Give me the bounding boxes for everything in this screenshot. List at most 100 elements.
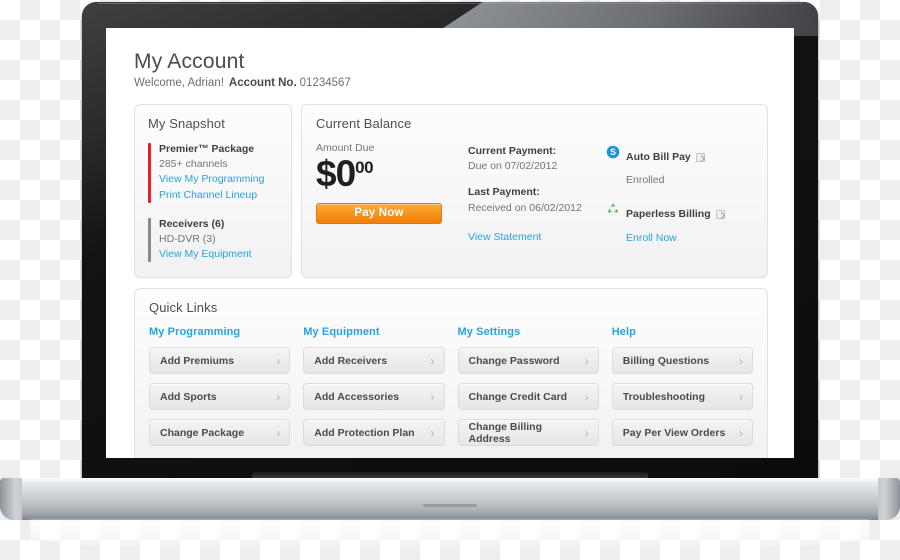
quick-links-column-my-settings: My Settings Change Password › Change Cre… <box>457 326 599 447</box>
package-name: Premier™ Package <box>159 143 255 155</box>
column-heading-my-settings: My Settings <box>457 326 521 339</box>
base-right-edge <box>878 478 900 520</box>
snapshot-block-receivers: Receivers (6) HD-DVR (3) View My Equipme… <box>148 217 279 263</box>
chevron-right-icon: › <box>430 353 435 368</box>
quick-link-label: Change Credit Card <box>468 390 568 403</box>
quick-links-heading: Quick Links <box>149 300 218 316</box>
quick-link-add-protection-plan[interactable]: Add Protection Plan › <box>303 419 445 447</box>
auto-bill-pay-row[interactable]: S Auto Bill Pay Enrolled <box>606 144 753 190</box>
chevron-right-icon: › <box>430 425 435 440</box>
laptop-mockup: My Account Welcome, Adrian! Account No. 01… <box>82 2 818 482</box>
quick-link-add-sports[interactable]: Add Sports › <box>149 383 291 411</box>
pay-now-button[interactable]: Pay Now <box>316 202 442 224</box>
amount-cents: 00 <box>355 158 374 177</box>
quick-link-label: Pay Per View Orders <box>622 426 726 439</box>
paperless-billing-row[interactable]: Paperless Billing Enroll Now <box>606 201 753 247</box>
services-column: S Auto Bill Pay Enrolled Paperless Billi… <box>600 142 753 259</box>
column-heading-help: Help <box>611 326 636 339</box>
package-accent-bar <box>148 143 151 203</box>
chevron-right-icon: › <box>584 353 589 368</box>
laptop-screen: My Account Welcome, Adrian! Account No. 01… <box>106 28 794 458</box>
column-heading-my-equipment: My Equipment <box>303 326 380 339</box>
my-snapshot-panel: My Snapshot Premier™ Package 285+ channe… <box>134 104 292 279</box>
quick-link-label: Billing Questions <box>622 354 710 367</box>
receivers-type: HD-DVR (3) <box>159 233 216 246</box>
chevron-right-icon: › <box>430 389 435 404</box>
chevron-right-icon: › <box>739 389 743 404</box>
auto-bill-pay-text: Auto Bill Pay Enrolled <box>626 144 705 190</box>
quick-link-billing-questions[interactable]: Billing Questions › <box>611 347 753 375</box>
column-heading-my-programming: My Programming <box>149 326 241 339</box>
current-balance-heading: Current Balance <box>316 116 412 131</box>
auto-bill-pay-status: Enrolled <box>626 174 665 187</box>
base-latch-notch <box>423 504 477 507</box>
panels-row: My Snapshot Premier™ Package 285+ channe… <box>134 104 768 279</box>
laptop-reflection <box>30 520 870 554</box>
laptop-base <box>0 478 900 520</box>
screenshot-stage: My Account Welcome, Adrian! Account No. 01… <box>0 0 900 560</box>
paperless-billing-text: Paperless Billing Enroll Now <box>626 201 725 247</box>
amount-dollars: 0 <box>335 153 357 194</box>
amount-due-column: Amount Due $0 00 Pay Now <box>316 142 468 259</box>
quick-link-change-billing-address[interactable]: Change Billing Address › <box>457 419 599 447</box>
current-payment-label: Current Payment: <box>468 145 557 157</box>
chevron-right-icon: › <box>584 425 589 440</box>
welcome-row: Welcome, Adrian! Account No. 01234567 <box>134 77 768 89</box>
balance-grid: Amount Due $0 00 Pay Now Current Payment:… <box>316 142 753 259</box>
receivers-accent-bar <box>148 217 151 263</box>
quick-link-add-accessories[interactable]: Add Accessories › <box>303 383 445 411</box>
external-link-icon[interactable] <box>715 210 725 220</box>
quick-links-grid: My Programming Add Premiums › Add Sports… <box>149 326 753 447</box>
quick-link-change-password[interactable]: Change Password › <box>457 347 599 375</box>
quick-link-label: Change Password <box>468 354 560 367</box>
chevron-right-icon: › <box>584 389 589 404</box>
chevron-right-icon: › <box>739 425 743 440</box>
view-my-equipment-link[interactable]: View My Equipment <box>159 247 279 263</box>
chevron-right-icon: › <box>276 353 281 368</box>
quick-link-add-premiums[interactable]: Add Premiums › <box>149 347 291 375</box>
page-title: My Account <box>134 50 245 73</box>
quick-link-change-package[interactable]: Change Package › <box>149 419 291 447</box>
current-balance-panel: Current Balance Amount Due $000 Pay Now <box>301 104 768 279</box>
receivers-count: Receivers (6) <box>159 217 225 230</box>
last-payment-block: Last Payment: Received on 06/02/2012 <box>468 185 600 215</box>
view-my-programming-link[interactable]: View My Programming <box>159 172 279 188</box>
package-channels: 285+ channels <box>159 158 228 171</box>
quick-link-pay-per-view-orders[interactable]: Pay Per View Orders › <box>611 419 753 447</box>
quick-links-column-help: Help Billing Questions › Troubleshooting… <box>611 326 753 447</box>
auto-bill-pay-label: Auto Bill Pay <box>626 150 705 165</box>
currency-symbol: $ <box>316 153 337 194</box>
my-snapshot-heading: My Snapshot <box>148 116 225 131</box>
welcome-text: Welcome, Adrian! <box>134 77 224 89</box>
current-payment-due-date: Due on 07/02/2012 <box>468 160 558 173</box>
quick-link-label: Change Billing Address <box>468 420 543 445</box>
quick-links-column-my-equipment: My Equipment Add Receivers › Add Accesso… <box>303 326 445 447</box>
quick-link-troubleshooting[interactable]: Troubleshooting › <box>611 383 753 411</box>
account-page: My Account Welcome, Adrian! Account No. 01… <box>106 28 794 458</box>
external-link-icon[interactable] <box>695 153 705 163</box>
account-no-label: Account No. <box>228 77 297 89</box>
print-channel-lineup-link[interactable]: Print Channel Lineup <box>159 188 279 204</box>
quick-link-label: Add Accessories <box>314 390 400 403</box>
svg-text:S: S <box>610 147 616 157</box>
account-number: 01234567 <box>299 77 351 89</box>
chevron-right-icon: › <box>276 425 281 440</box>
view-statement-link[interactable]: View Statement <box>468 231 541 243</box>
quick-link-label: Add Protection Plan <box>314 426 415 439</box>
quick-link-add-receivers[interactable]: Add Receivers › <box>303 347 445 375</box>
quick-link-change-credit-card[interactable]: Change Credit Card › <box>457 383 599 411</box>
bezel-highlight-line <box>98 3 802 4</box>
base-left-edge <box>0 478 22 520</box>
paperless-enroll-now-link[interactable]: Enroll Now <box>626 232 677 244</box>
quick-link-label: Add Receivers <box>314 354 388 367</box>
chevron-right-icon: › <box>276 389 281 404</box>
chevron-right-icon: › <box>739 353 743 368</box>
quick-links-column-my-programming: My Programming Add Premiums › Add Sports… <box>149 326 291 447</box>
quick-link-label: Add Premiums <box>160 354 235 367</box>
quick-links-panel: Quick Links My Programming Add Premiums … <box>134 288 768 458</box>
quick-link-label: Troubleshooting <box>622 390 705 403</box>
current-payment-block: Current Payment: Due on 07/02/2012 <box>468 144 600 174</box>
payment-dates-column: Current Payment: Due on 07/02/2012 Last … <box>468 142 600 259</box>
paperless-billing-label: Paperless Billing <box>626 207 725 222</box>
amount-due-value: $0 00 <box>316 153 468 194</box>
